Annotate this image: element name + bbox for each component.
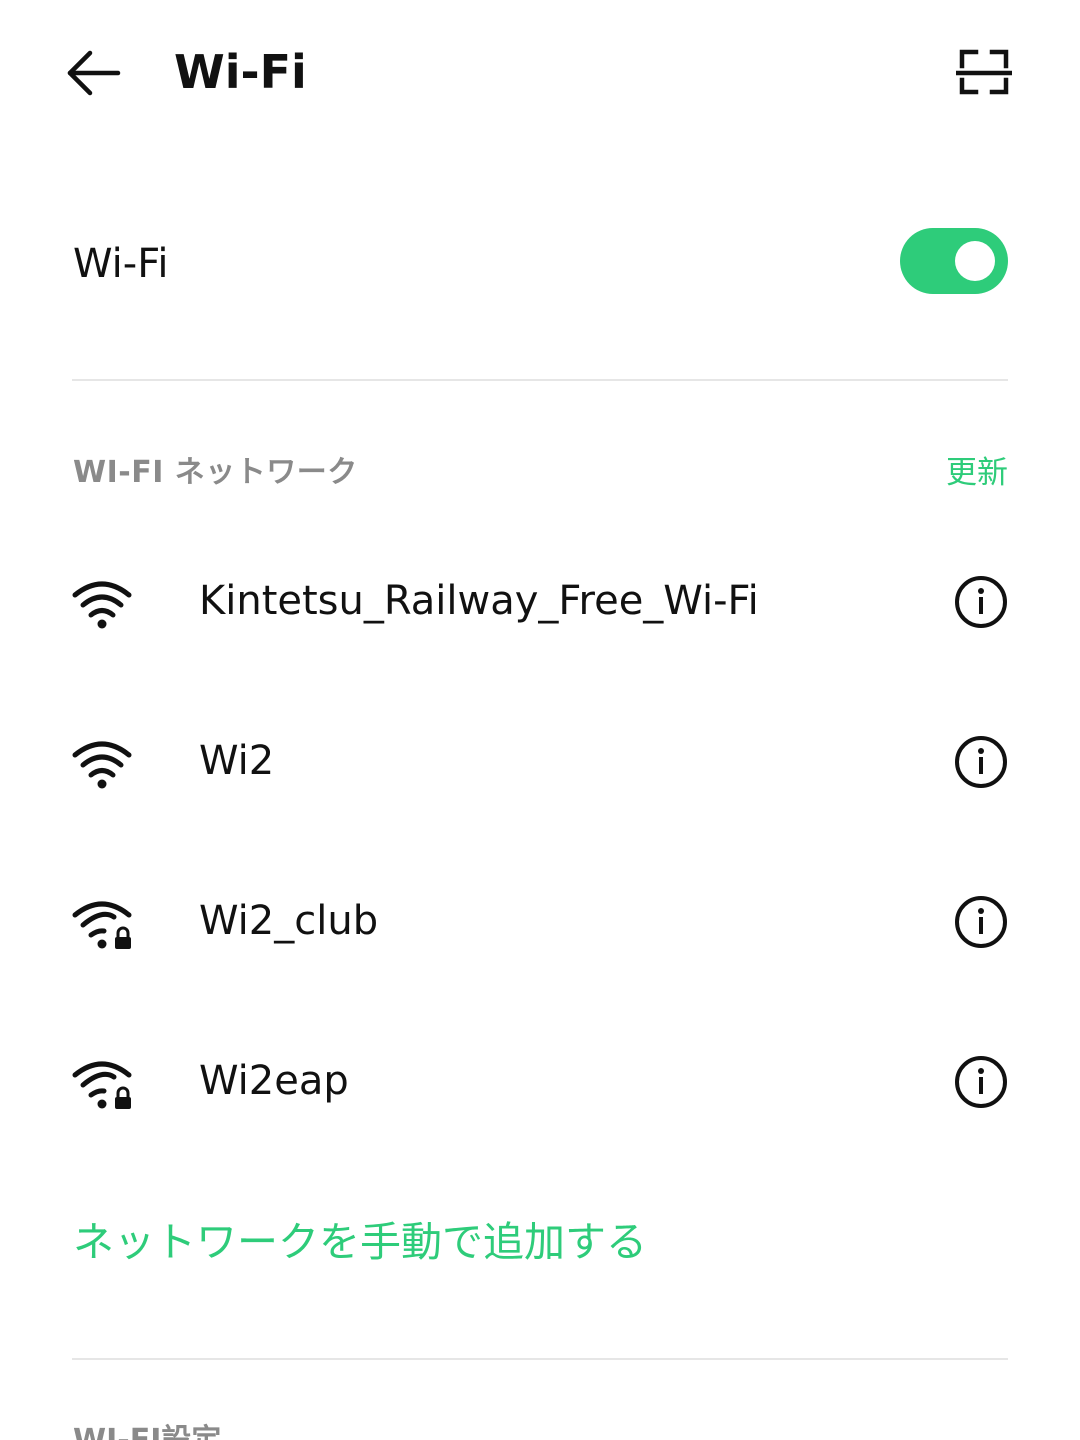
wifi-toggle-label: Wi-Fi	[73, 241, 169, 287]
refresh-button[interactable]: 更新	[946, 452, 1008, 494]
network-row[interactable]: Kintetsu_Railway_Free_Wi-Fi	[0, 549, 1080, 709]
qr-scan-button[interactable]	[946, 36, 1022, 110]
arrow-left-icon	[67, 50, 121, 96]
network-info-button[interactable]	[954, 575, 1008, 629]
info-icon	[955, 576, 1007, 628]
network-name: Kintetsu_Railway_Free_Wi-Fi	[199, 578, 759, 624]
divider	[72, 1358, 1008, 1360]
page-title: Wi-Fi	[174, 45, 307, 99]
network-info-button[interactable]	[954, 735, 1008, 789]
qr-scan-icon	[956, 49, 1012, 95]
network-row[interactable]: Wi2	[0, 709, 1080, 869]
wifi-settings-section-title: WI-FI設定	[73, 1420, 221, 1440]
network-row[interactable]: Wi2eap	[0, 1029, 1080, 1189]
wifi-toggle-switch[interactable]	[900, 228, 1008, 294]
info-icon	[955, 1056, 1007, 1108]
toggle-knob	[955, 241, 995, 281]
wifi-signal-locked-icon	[72, 1061, 132, 1109]
network-row[interactable]: Wi2_club	[0, 869, 1080, 1029]
wifi-signal-locked-icon	[72, 901, 132, 949]
info-icon	[955, 736, 1007, 788]
info-icon	[955, 896, 1007, 948]
networks-section-title: WI-FI ネットワーク	[73, 455, 358, 490]
divider	[72, 379, 1008, 381]
network-name: Wi2	[199, 738, 275, 784]
back-button[interactable]	[60, 38, 130, 108]
network-info-button[interactable]	[954, 1055, 1008, 1109]
wifi-settings-screen: Wi-Fi Wi-Fi WI-FI ネットワーク 更新 Kintetsu_Rai…	[0, 0, 1080, 1440]
network-name: Wi2eap	[199, 1058, 349, 1104]
add-network-button[interactable]: ネットワークを手動で追加する	[73, 1214, 647, 1270]
wifi-signal-icon	[72, 581, 132, 629]
network-name: Wi2_club	[199, 898, 379, 944]
network-info-button[interactable]	[954, 895, 1008, 949]
wifi-signal-icon	[72, 741, 132, 789]
